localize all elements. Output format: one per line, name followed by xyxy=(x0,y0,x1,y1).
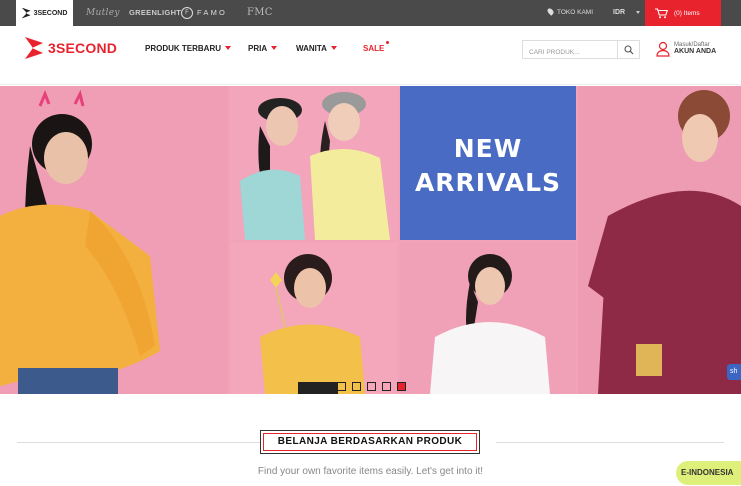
brand-label: FAMO xyxy=(197,8,228,17)
nav-label: SALE xyxy=(363,44,385,53)
new-arrivals-banner: NEW ARRIVALS xyxy=(400,86,576,240)
famo-logo-icon: F xyxy=(181,7,193,20)
account-link[interactable]: Masuk/Daftar AKUN ANDA xyxy=(656,41,716,57)
slider-dot-active[interactable] xyxy=(397,382,406,391)
hero-photo-woman-yellow-top xyxy=(0,86,228,394)
sale-indicator xyxy=(386,41,390,44)
hero-slider[interactable]: NEW ARRIVALS sh xyxy=(0,86,741,394)
account-sub-label: Masuk/Daftar xyxy=(674,41,710,48)
brand-tab-fmc[interactable]: FMC xyxy=(247,0,273,26)
chevron-down-icon xyxy=(636,11,640,14)
section-subtitle: Find your own favorite items easily. Let… xyxy=(257,466,484,477)
nav-item-produk-terbaru[interactable]: PRODUK TERBARU xyxy=(145,44,231,53)
hero-photo-woman-white-sweater xyxy=(400,242,576,394)
hero-photo-two-women-caps xyxy=(230,86,398,240)
new-arrivals-text: NEW ARRIVALS xyxy=(400,132,576,200)
user-icon xyxy=(656,41,670,57)
chevron-down-icon xyxy=(271,46,278,50)
cart-label: (0) Items xyxy=(674,9,700,17)
chevron-down-icon xyxy=(225,46,231,50)
section-title: BELANJA BERDASARKAN PRODUK xyxy=(260,430,480,454)
brand-tab-3second[interactable]: 3SECOND xyxy=(16,0,73,26)
site-logo[interactable]: 3SECOND xyxy=(24,35,117,61)
main-navbar: 3SECOND PRODUK TERBARU PRIA WANITA SALE … xyxy=(0,26,741,85)
cart-button[interactable]: (0) Items xyxy=(645,0,721,26)
currency-label: IDR xyxy=(613,9,626,16)
slider-dot[interactable] xyxy=(367,382,376,391)
side-tab-label: sh xyxy=(730,368,738,375)
section-divider-right xyxy=(496,442,724,443)
slider-dot[interactable] xyxy=(337,382,346,391)
account-text: Masuk/Daftar AKUN ANDA xyxy=(674,42,716,57)
account-main-label: AKUN ANDA xyxy=(674,48,717,56)
nav-label: WANITA xyxy=(296,44,327,53)
language-badge[interactable]: E-INDONESIA xyxy=(676,461,741,485)
nav-label: PRIA xyxy=(248,44,268,53)
hero-photo-woman-maroon-tee xyxy=(578,86,741,394)
pin-icon xyxy=(546,7,555,16)
nav-label: PRODUK TERBARU xyxy=(145,44,221,53)
brand-tab-famo[interactable]: F FAMO xyxy=(181,0,227,26)
brand-tab-mutley[interactable]: Mutley xyxy=(86,0,120,26)
brand-label: 3SECOND xyxy=(33,9,68,17)
store-label: TOKO KAMI xyxy=(557,9,593,16)
nav-item-sale[interactable]: SALE xyxy=(363,41,390,53)
search-input[interactable] xyxy=(523,44,615,61)
store-locator-link[interactable]: TOKO KAMI xyxy=(546,0,593,26)
3second-logo-icon xyxy=(21,7,31,19)
cart-icon xyxy=(655,8,669,19)
brand-label: FMC xyxy=(247,7,273,18)
brand-tab-greenlight[interactable]: GREENLIGHT xyxy=(129,0,181,26)
banner-line-1: NEW xyxy=(453,134,523,163)
slider-pagination xyxy=(337,382,406,391)
brand-label: Mutley xyxy=(86,8,120,18)
search-button[interactable] xyxy=(617,41,639,58)
brand-label: GREENLIGHT xyxy=(129,8,182,17)
section-divider-left xyxy=(17,442,260,443)
banner-line-2: ARRIVALS xyxy=(414,168,562,197)
hero-photo-woman-star-prop xyxy=(230,242,398,394)
nav-item-pria[interactable]: PRIA xyxy=(248,44,278,53)
side-share-tab[interactable]: sh xyxy=(727,364,741,380)
slider-dot[interactable] xyxy=(382,382,391,391)
nav-item-wanita[interactable]: WANITA xyxy=(296,44,337,53)
search-icon xyxy=(623,44,633,54)
brand-bar: 3SECOND Mutley GREENLIGHT F FAMO FMC TOKO… xyxy=(0,0,741,26)
logo-text: 3SECOND xyxy=(48,40,118,56)
search-box xyxy=(522,40,640,61)
currency-selector[interactable]: IDR xyxy=(613,0,625,26)
logo-mark-icon xyxy=(25,37,43,59)
slider-dot[interactable] xyxy=(352,382,361,391)
chevron-down-icon xyxy=(330,46,337,50)
